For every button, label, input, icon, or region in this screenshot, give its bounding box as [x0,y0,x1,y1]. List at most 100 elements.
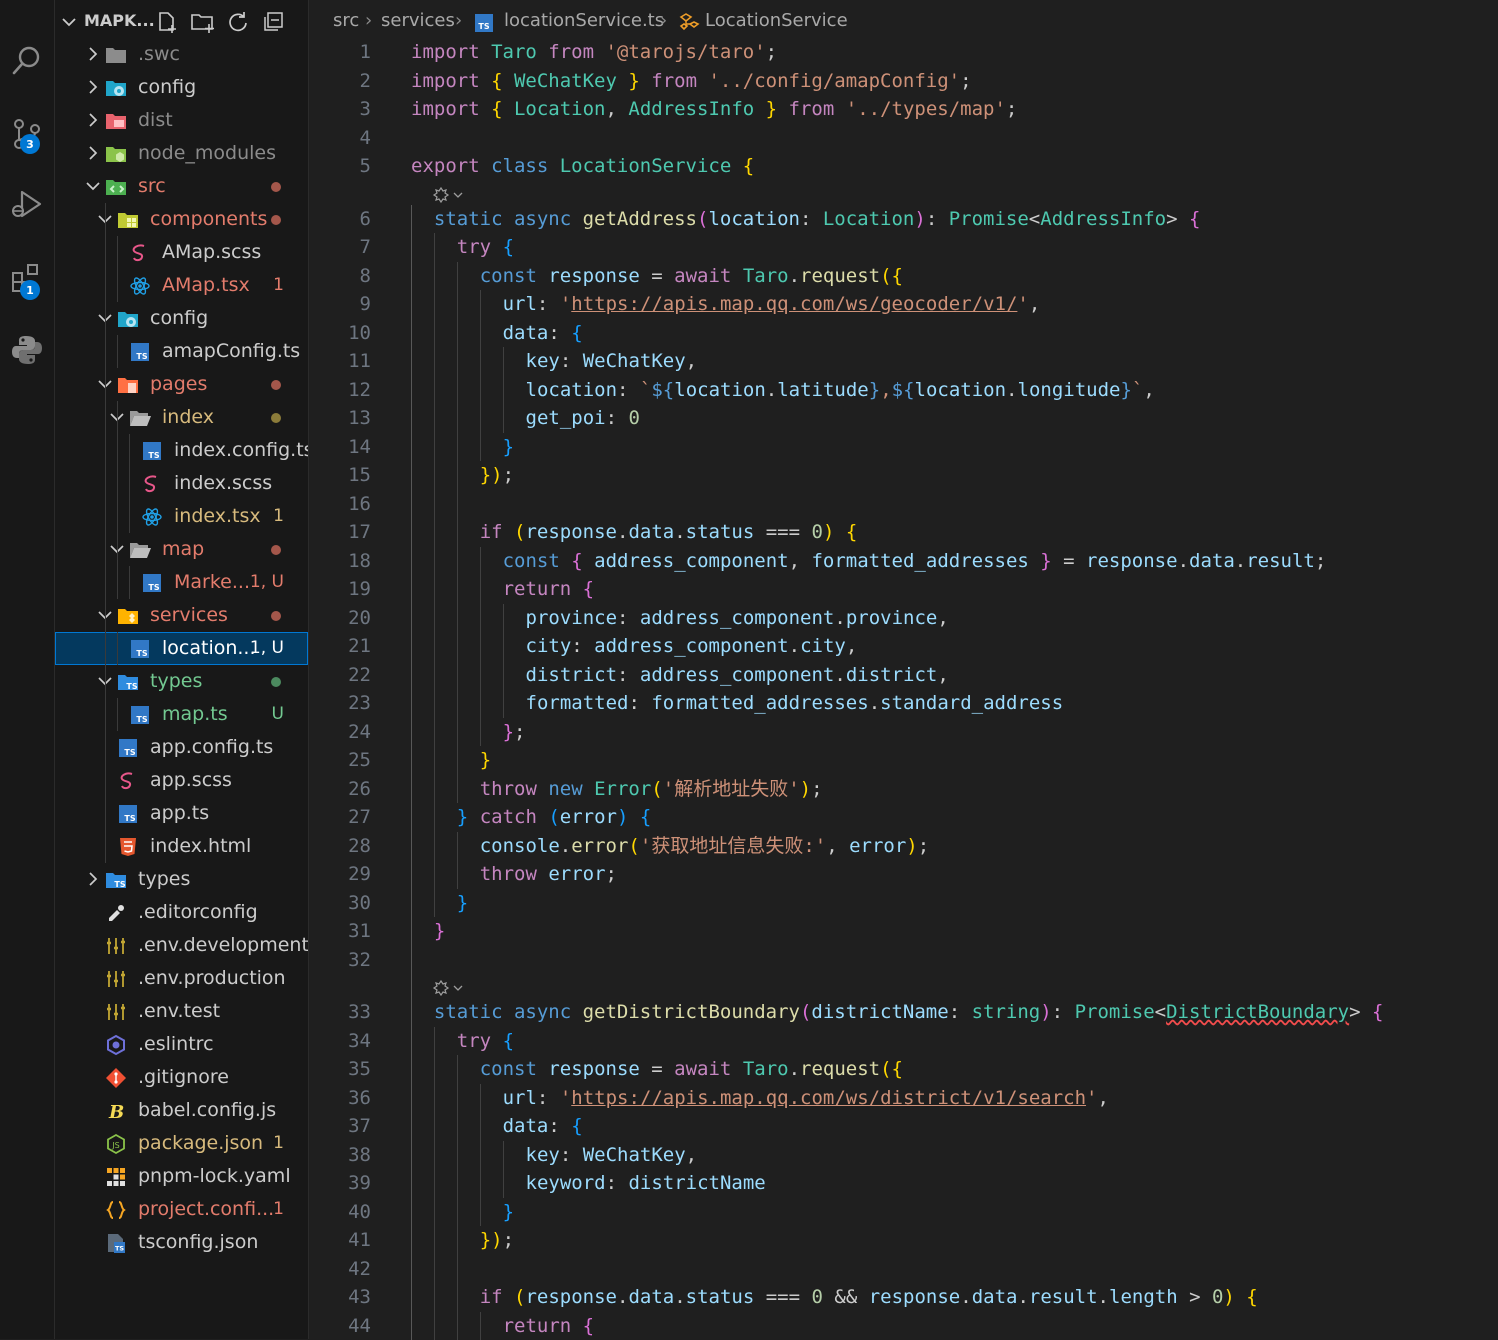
code-line[interactable]: url: 'https://apis.map.qq.com/ws/geocode… [503,290,1041,318]
tree-folder[interactable]: pages [55,368,308,401]
code-token: , [826,835,849,857]
code-line[interactable]: import { WeChatKey } from '../config/ama… [411,67,972,95]
code-line[interactable]: export class LocationService { [411,152,754,180]
tree-file[interactable]: AMap.scss [55,236,308,269]
code-line[interactable]: keyword: districtName [526,1169,766,1197]
tree-file[interactable]: TSindex.config.ts [55,434,308,467]
tree-file[interactable]: AMap.tsx1 [55,269,308,302]
tree-file[interactable]: .env.test [55,995,308,1028]
extensions-icon[interactable]: 1 [0,254,54,302]
tree-file[interactable]: TSlocation...1, U [55,632,308,665]
chevron-right-icon[interactable] [85,112,101,128]
tree-file[interactable]: project.confi...1 [55,1193,308,1226]
code-line[interactable]: } catch (error) { [457,803,652,831]
tree-file[interactable]: .env.production [55,962,308,995]
chevron-down-icon[interactable] [61,14,77,30]
tree-file[interactable]: Bbabel.config.js [55,1094,308,1127]
code-line[interactable]: } [503,433,514,461]
code-token: ; [918,835,929,857]
tree-file[interactable]: TSmap.tsU [55,698,308,731]
chevron-right-icon[interactable] [85,145,101,161]
tree-file[interactable]: pnpm-lock.yaml [55,1160,308,1193]
code-line[interactable]: try { [457,233,514,261]
code-line[interactable]: console.error('获取地址信息失败:', error); [480,832,930,860]
code-line[interactable]: try { [457,1027,514,1055]
tree-file[interactable]: TSMarke...1, U [55,566,308,599]
chevron-right-icon[interactable] [85,46,101,62]
code-line[interactable]: url: 'https://apis.map.qq.com/ws/distric… [503,1084,1109,1112]
collapse-all-icon[interactable] [262,11,284,33]
tree-file[interactable]: index.html [55,830,308,863]
code-line[interactable]: const response = await Taro.request({ [480,262,903,290]
code-line[interactable]: import Taro from '@tarojs/taro'; [411,38,777,66]
tree-file[interactable]: app.scss [55,764,308,797]
tree-folder[interactable]: dist [55,104,308,137]
code-line[interactable]: } [503,1198,514,1226]
tree-folder[interactable]: map [55,533,308,566]
tree-folder[interactable]: TStypes [55,863,308,896]
workspace-title[interactable]: MAPK... [84,9,155,33]
tree-folder[interactable]: TStypes [55,665,308,698]
tree-folder[interactable]: config [55,302,308,335]
code-token: location [526,379,618,401]
tree-folder[interactable]: config [55,71,308,104]
tree-file[interactable]: TSamapConfig.ts [55,335,308,368]
tree-file[interactable]: TSapp.config.ts [55,731,308,764]
code-line[interactable]: formatted: formatted_addresses.standard_… [526,689,1064,717]
code-line[interactable]: district: address_component.district, [526,661,949,689]
chevron-right-icon[interactable] [85,79,101,95]
code-line[interactable]: throw error; [480,860,617,888]
code-line[interactable]: get_poi: 0 [526,404,640,432]
code-line[interactable]: key: WeChatKey, [526,347,698,375]
tree-folder[interactable]: src [55,170,308,203]
source-control-icon[interactable]: 3 [0,110,54,158]
code-line[interactable]: data: { [503,1112,583,1140]
code-line[interactable]: return { [503,1312,595,1340]
code-line[interactable]: } [480,746,491,774]
code-line[interactable]: location: `${location.latitude},${locati… [526,376,1155,404]
code-line[interactable]: data: { [503,319,583,347]
line-number: 27 [309,803,371,831]
new-folder-icon[interactable] [190,10,216,34]
code-line[interactable]: throw new Error('解析地址失败'); [480,775,823,803]
code-line[interactable]: }); [480,461,514,489]
tree-folder[interactable]: services [55,599,308,632]
code-line[interactable]: return { [503,575,595,603]
code-line[interactable]: static async getAddress(location: Locati… [434,205,1201,233]
chevron-down-icon[interactable] [85,178,101,194]
tree-file[interactable]: .editorconfig [55,896,308,929]
code-line[interactable]: } [434,917,445,945]
code-line[interactable]: }; [503,718,526,746]
code-line[interactable]: key: WeChatKey, [526,1141,698,1169]
tree-folder[interactable]: index [55,401,308,434]
tree-file[interactable]: TStsconfig.json [55,1226,308,1259]
code-line[interactable]: if (response.data.status === 0) { [480,518,858,546]
code-line[interactable]: const { address_component, formatted_add… [503,547,1327,575]
run-debug-icon[interactable] [0,180,54,228]
code-line[interactable]: const response = await Taro.request({ [480,1055,903,1083]
tree-file[interactable]: JSpackage.json1 [55,1127,308,1160]
code-token: === [754,521,811,543]
code-line[interactable]: static async getDistrictBoundary(distric… [434,998,1384,1026]
code-line[interactable]: }); [480,1226,514,1254]
search-icon[interactable] [0,36,54,84]
python-icon[interactable] [0,326,54,374]
code-line[interactable]: if (response.data.status === 0 && respon… [480,1283,1258,1311]
tree-file[interactable]: .gitignore [55,1061,308,1094]
tree-file[interactable]: TSapp.ts [55,797,308,830]
code-editor[interactable]: 1import Taro from '@tarojs/taro';2import… [309,0,1498,1339]
tree-file[interactable]: .eslintrc [55,1028,308,1061]
code-line[interactable]: } [457,889,468,917]
new-file-icon[interactable] [155,10,179,34]
refresh-icon[interactable] [227,11,249,33]
tree-file[interactable]: index.scss [55,467,308,500]
tree-file[interactable]: index.tsx1 [55,500,308,533]
tree-folder[interactable]: components [55,203,308,236]
tree-folder[interactable]: node_modules [55,137,308,170]
code-line[interactable]: province: address_component.province, [526,604,949,632]
code-line[interactable]: import { Location, AddressInfo } from '.… [411,95,1017,123]
tree-folder[interactable]: .swc [55,38,308,71]
tree-file[interactable]: .env.development [55,929,308,962]
code-line[interactable]: city: address_component.city, [526,632,858,660]
chevron-right-icon[interactable] [85,871,101,887]
